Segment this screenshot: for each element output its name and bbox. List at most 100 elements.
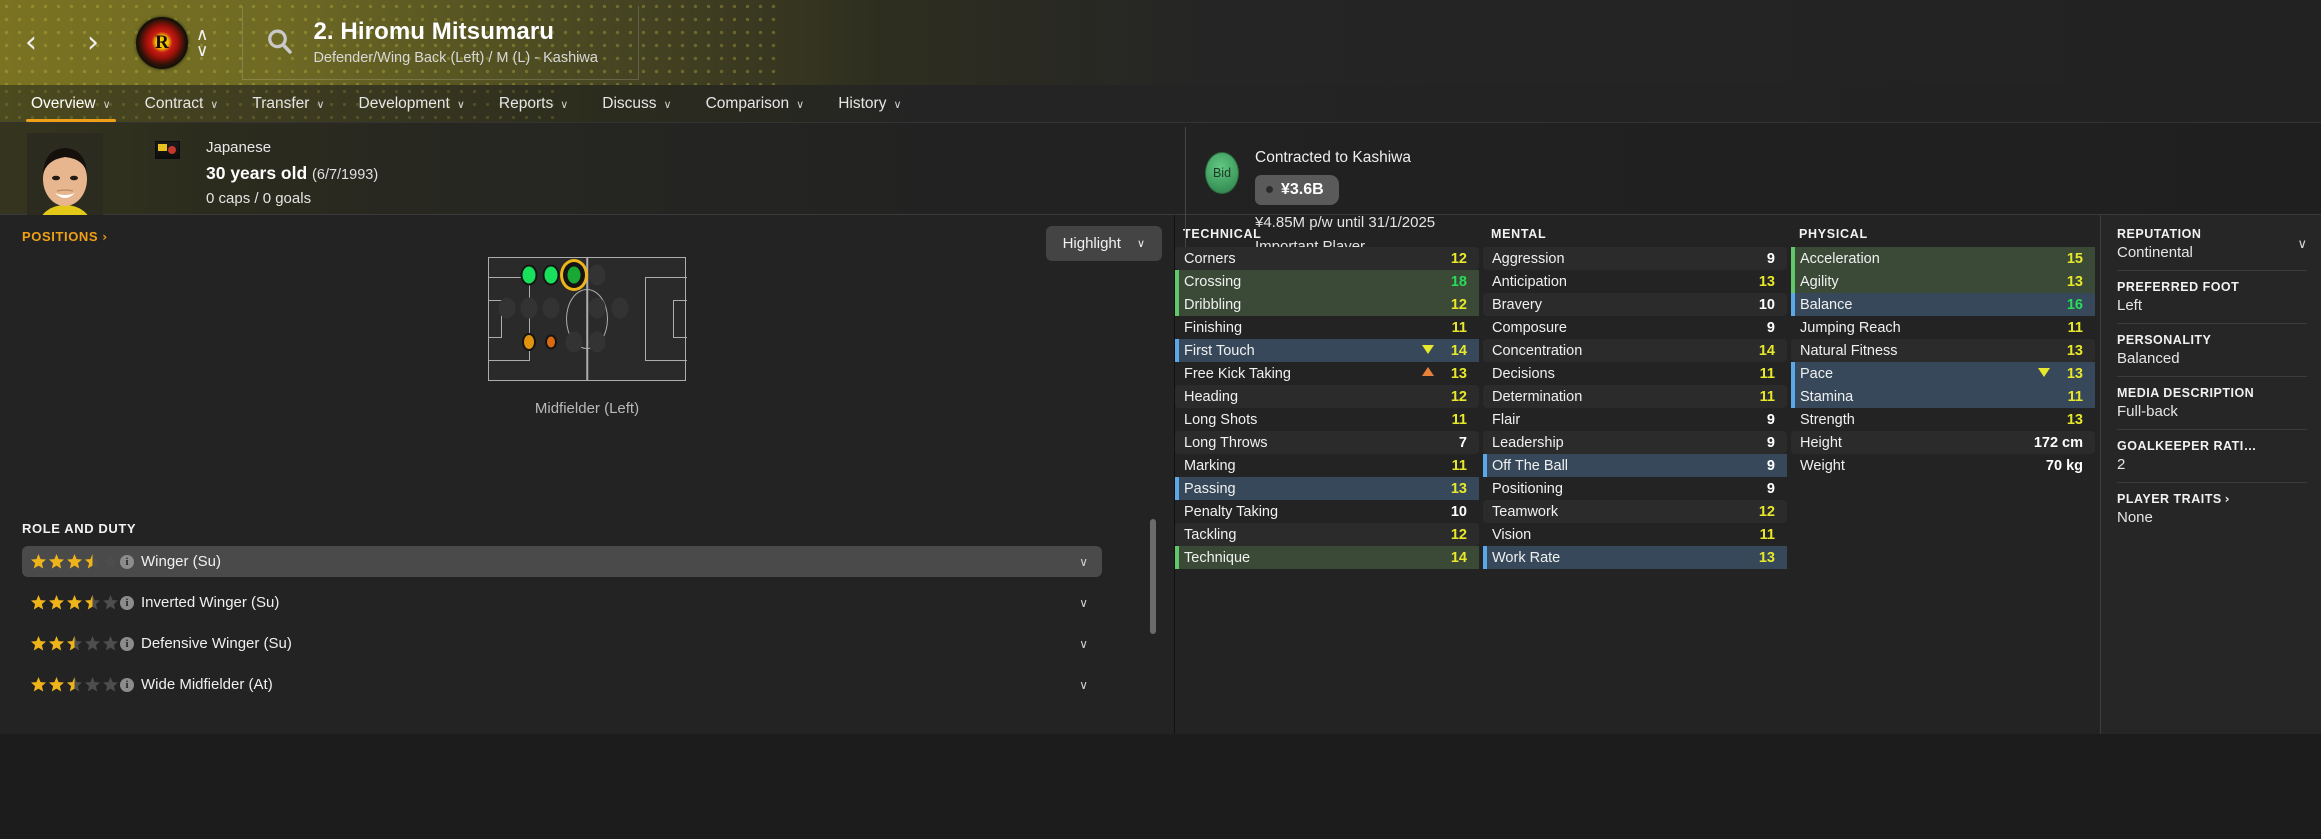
tab-discuss[interactable]: Discuss ∨ xyxy=(585,95,688,122)
position-pitch[interactable] xyxy=(487,257,687,381)
attribute-row[interactable]: Vision 11 xyxy=(1483,523,1787,546)
attribute-name-label: Determination xyxy=(1492,388,1583,405)
back-button[interactable]: ‹ xyxy=(0,0,62,85)
contracted-to-label: Contracted to Kashiwa xyxy=(1255,149,1411,166)
attribute-row[interactable]: Decisions 11 xyxy=(1483,362,1787,385)
attribute-row[interactable]: Technique 14 xyxy=(1175,546,1479,569)
attribute-value: 9 xyxy=(1766,319,1775,336)
attribute-row[interactable]: Flair 9 xyxy=(1483,408,1787,431)
kashiwa-reysol-badge-icon[interactable] xyxy=(136,16,188,69)
club-badge-group: ∧ ∨ xyxy=(136,16,208,69)
attribute-value: 11 xyxy=(1451,319,1467,336)
attribute-row[interactable]: Dribbling 12 xyxy=(1175,293,1479,316)
role-row[interactable]: i Winger (Su) ∨ xyxy=(22,546,1102,577)
attribute-value: 172 cm xyxy=(2033,434,2083,451)
attribute-row[interactable]: First Touch 14 xyxy=(1175,339,1479,362)
attribute-row[interactable]: Balance 16 xyxy=(1791,293,2095,316)
attribute-name-label: Crossing xyxy=(1184,273,1242,290)
role-and-duty-header: ROLE AND DUTY xyxy=(0,507,1174,536)
dl-slot[interactable] xyxy=(522,333,536,351)
tab-transfer[interactable]: Transfer ∨ xyxy=(235,95,341,122)
attribute-row[interactable]: Strength 13 xyxy=(1791,408,2095,431)
attribute-row[interactable]: Natural Fitness 13 xyxy=(1791,339,2095,362)
attribute-value: 14 xyxy=(1450,549,1467,566)
info-icon[interactable]: i xyxy=(120,636,134,651)
attribute-row[interactable]: Long Shots 11 xyxy=(1175,408,1479,431)
attribute-name-label: Tackling xyxy=(1184,526,1237,543)
attribute-row[interactable]: Concentration 14 xyxy=(1483,339,1787,362)
attribute-row[interactable]: Off The Ball 9 xyxy=(1483,454,1787,477)
chevron-down-icon[interactable]: ∨ xyxy=(196,42,208,59)
dcl-slot[interactable] xyxy=(545,334,557,350)
positions-header[interactable]: POSITIONS › xyxy=(0,215,1174,244)
attribute-name-label: Vision xyxy=(1492,526,1532,543)
star-icon xyxy=(102,676,119,693)
chevron-down-icon[interactable]: ∨ xyxy=(1079,555,1088,569)
role-row[interactable]: i Defensive Winger (Su) ∨ xyxy=(22,628,1102,659)
attribute-row[interactable]: Composure 9 xyxy=(1483,316,1787,339)
attribute-value: 12 xyxy=(1450,526,1467,543)
attribute-row[interactable]: Marking 11 xyxy=(1175,454,1479,477)
attribute-row[interactable]: Passing 13 xyxy=(1175,477,1479,500)
search-icon[interactable] xyxy=(265,27,295,57)
dcl-mid xyxy=(520,297,538,319)
attribute-row[interactable]: Corners 12 xyxy=(1175,247,1479,270)
tab-development[interactable]: Development ∨ xyxy=(342,95,482,122)
chevron-down-icon[interactable]: ∨ xyxy=(1079,678,1088,692)
chevron-down-icon[interactable]: ∨ xyxy=(1079,637,1088,651)
attribute-row[interactable]: Finishing 11 xyxy=(1175,316,1479,339)
attribute-row[interactable]: Aggression 9 xyxy=(1483,247,1787,270)
chevron-down-icon: ∨ xyxy=(210,97,219,111)
chevron-down-icon[interactable]: ∨ xyxy=(1079,596,1088,610)
bid-button[interactable]: Bid xyxy=(1205,152,1239,194)
attribute-row[interactable]: Agility 13 xyxy=(1791,270,2095,293)
sidebar-label-text: PERSONALITY xyxy=(2117,333,2212,347)
tab-comparison[interactable]: Comparison ∨ xyxy=(689,95,822,122)
attribute-row[interactable]: Long Throws 7 xyxy=(1175,431,1479,454)
role-row[interactable]: i Wide Midfielder (At) ∨ xyxy=(22,669,1102,700)
attribute-row[interactable]: Free Kick Taking 13 xyxy=(1175,362,1479,385)
tab-reports[interactable]: Reports ∨ xyxy=(482,95,585,122)
attribute-row[interactable]: Height 172 cm xyxy=(1791,431,2095,454)
info-icon[interactable]: i xyxy=(120,554,134,569)
attribute-row[interactable]: Stamina 11 xyxy=(1791,385,2095,408)
attribute-row[interactable]: Penalty Taking 10 xyxy=(1175,500,1479,523)
attribute-row[interactable]: Anticipation 13 xyxy=(1483,270,1787,293)
attribute-row[interactable]: Crossing 18 xyxy=(1175,270,1479,293)
tab-history[interactable]: History ∨ xyxy=(821,95,918,122)
sidebar-chevron-down-icon[interactable]: ∨ xyxy=(2297,237,2307,252)
chevron-right-icon[interactable]: › xyxy=(2225,492,2230,506)
attribute-row[interactable]: Heading 12 xyxy=(1175,385,1479,408)
mcl-slot[interactable] xyxy=(542,264,560,286)
role-list-scrollbar[interactable] xyxy=(1150,519,1156,718)
attribute-row[interactable]: Leadership 9 xyxy=(1483,431,1787,454)
tab-contract[interactable]: Contract ∨ xyxy=(128,95,236,122)
attribute-row[interactable]: Bravery 10 xyxy=(1483,293,1787,316)
mc-slot[interactable] xyxy=(565,264,583,286)
info-icon[interactable]: i xyxy=(120,677,134,692)
attribute-row[interactable]: Work Rate 13 xyxy=(1483,546,1787,569)
highlight-dropdown[interactable]: Highlight ∨ xyxy=(1045,226,1162,261)
sidebar-block-label: MEDIA DESCRIPTION xyxy=(2117,386,2307,400)
attribute-row[interactable]: Tackling 12 xyxy=(1175,523,1479,546)
attribute-row[interactable]: Determination 11 xyxy=(1483,385,1787,408)
sidebar-label-text: MEDIA DESCRIPTION xyxy=(2117,386,2255,400)
page-title: 2. Hiromu Mitsumaru xyxy=(313,18,555,45)
attribute-row[interactable]: Jumping Reach 11 xyxy=(1791,316,2095,339)
attribute-row[interactable]: Teamwork 12 xyxy=(1483,500,1787,523)
attribute-row[interactable]: Pace 13 xyxy=(1791,362,2095,385)
scrollbar-thumb[interactable] xyxy=(1150,519,1156,634)
attribute-row[interactable]: Acceleration 15 xyxy=(1791,247,2095,270)
role-row[interactable]: i Inverted Winger (Su) ∨ xyxy=(22,587,1102,618)
player-value-tag[interactable]: ¥3.6B xyxy=(1255,174,1339,206)
ml-slot[interactable] xyxy=(520,264,538,286)
chevron-up-icon[interactable]: ∧ xyxy=(196,26,208,43)
star-icon xyxy=(66,676,83,693)
attribute-row[interactable]: Positioning 9 xyxy=(1483,477,1787,500)
forward-button[interactable]: › xyxy=(62,0,124,85)
info-icon[interactable]: i xyxy=(120,595,134,610)
attribute-row[interactable]: Weight 70 kg xyxy=(1791,454,2095,477)
attribute-column-technical: TECHNICAL Corners 12 Crossing 18 Dribbling 12 F… xyxy=(1175,227,1483,734)
tab-overview[interactable]: Overview ∨ xyxy=(14,95,128,122)
nationality-flag xyxy=(155,141,180,159)
